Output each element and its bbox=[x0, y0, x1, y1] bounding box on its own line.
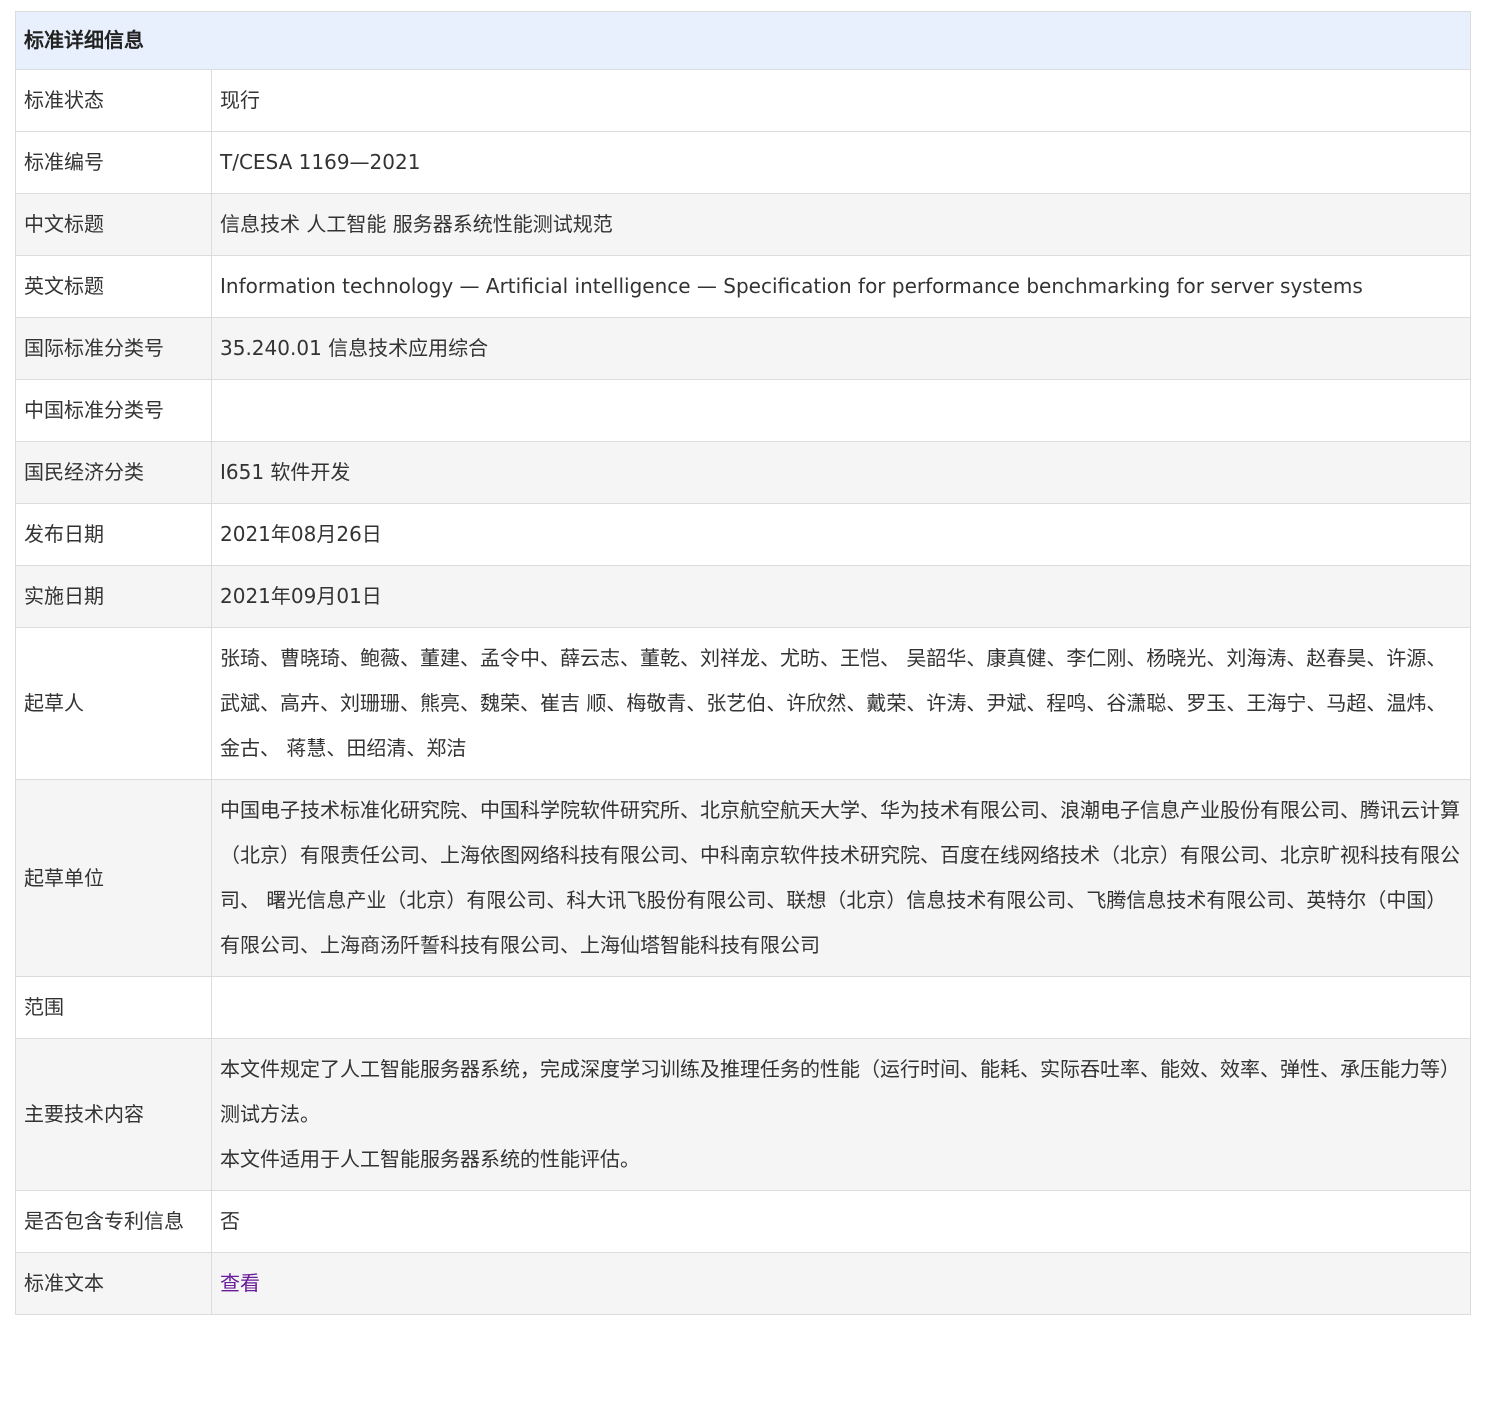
view-standard-text-link[interactable]: 查看 bbox=[220, 1271, 260, 1295]
row-label: 发布日期 bbox=[15, 503, 212, 566]
table-header-row: 标准详细信息 bbox=[15, 11, 1471, 70]
row-label: 英文标题 bbox=[15, 255, 212, 318]
row-value: 信息技术 人工智能 服务器系统性能测试规范 bbox=[211, 193, 1471, 256]
row-label: 中文标题 bbox=[15, 193, 212, 256]
row-value: 中国电子技术标准化研究院、中国科学院软件研究所、北京航空航天大学、华为技术有限公… bbox=[211, 779, 1471, 977]
table-row: 标准编号 T/CESA 1169—2021 bbox=[15, 131, 1471, 194]
row-value: 2021年08月26日 bbox=[211, 503, 1471, 566]
table-row: 中文标题 信息技术 人工智能 服务器系统性能测试规范 bbox=[15, 193, 1471, 256]
row-label: 国民经济分类 bbox=[15, 441, 212, 504]
row-label: 标准文本 bbox=[15, 1252, 212, 1315]
standard-detail-panel: 标准详细信息 标准状态 现行 标准编号 T/CESA 1169—2021 中文标… bbox=[15, 11, 1471, 1315]
table-row: 起草单位 中国电子技术标准化研究院、中国科学院软件研究所、北京航空航天大学、华为… bbox=[15, 779, 1471, 977]
row-value: 现行 bbox=[211, 69, 1471, 132]
table-row: 发布日期 2021年08月26日 bbox=[15, 503, 1471, 566]
table-row: 是否包含专利信息 否 bbox=[15, 1190, 1471, 1253]
row-label: 起草人 bbox=[15, 627, 212, 780]
table-row: 标准状态 现行 bbox=[15, 69, 1471, 132]
row-label: 起草单位 bbox=[15, 779, 212, 977]
row-value: Information technology — Artificial inte… bbox=[211, 255, 1471, 318]
row-value: 查看 bbox=[211, 1252, 1471, 1315]
table-row: 国民经济分类 I651 软件开发 bbox=[15, 441, 1471, 504]
row-label: 国际标准分类号 bbox=[15, 317, 212, 380]
row-value: 本文件规定了人工智能服务器系统，完成深度学习训练及推理任务的性能（运行时间、能耗… bbox=[211, 1038, 1471, 1191]
row-value bbox=[211, 976, 1471, 1039]
row-value bbox=[211, 379, 1471, 442]
content-paragraph: 本文件适用于人工智能服务器系统的性能评估。 bbox=[220, 1147, 640, 1171]
row-value: 否 bbox=[211, 1190, 1471, 1253]
standard-detail-table: 标准详细信息 标准状态 现行 标准编号 T/CESA 1169—2021 中文标… bbox=[15, 11, 1471, 1315]
row-value: 2021年09月01日 bbox=[211, 565, 1471, 628]
row-label: 主要技术内容 bbox=[15, 1038, 212, 1191]
table-row: 英文标题 Information technology — Artificial… bbox=[15, 255, 1471, 318]
table-row: 实施日期 2021年09月01日 bbox=[15, 565, 1471, 628]
row-label: 范围 bbox=[15, 976, 212, 1039]
content-paragraph: 本文件规定了人工智能服务器系统，完成深度学习训练及推理任务的性能（运行时间、能耗… bbox=[220, 1057, 1460, 1126]
row-label: 中国标准分类号 bbox=[15, 379, 212, 442]
table-row: 主要技术内容 本文件规定了人工智能服务器系统，完成深度学习训练及推理任务的性能（… bbox=[15, 1038, 1471, 1191]
row-value: 35.240.01 信息技术应用综合 bbox=[211, 317, 1471, 380]
table-row: 起草人 张琦、曹晓琦、鲍薇、董建、孟令中、薛云志、董乾、刘祥龙、尤昉、王恺、 吴… bbox=[15, 627, 1471, 780]
table-heading: 标准详细信息 bbox=[15, 11, 1471, 70]
table-row: 标准文本 查看 bbox=[15, 1252, 1471, 1315]
row-label: 是否包含专利信息 bbox=[15, 1190, 212, 1253]
row-value: T/CESA 1169—2021 bbox=[211, 131, 1471, 194]
row-label: 标准状态 bbox=[15, 69, 212, 132]
table-row: 中国标准分类号 bbox=[15, 379, 1471, 442]
row-value: I651 软件开发 bbox=[211, 441, 1471, 504]
table-row: 范围 bbox=[15, 976, 1471, 1039]
row-label: 实施日期 bbox=[15, 565, 212, 628]
row-label: 标准编号 bbox=[15, 131, 212, 194]
row-value: 张琦、曹晓琦、鲍薇、董建、孟令中、薛云志、董乾、刘祥龙、尤昉、王恺、 吴韶华、康… bbox=[211, 627, 1471, 780]
table-row: 国际标准分类号 35.240.01 信息技术应用综合 bbox=[15, 317, 1471, 380]
